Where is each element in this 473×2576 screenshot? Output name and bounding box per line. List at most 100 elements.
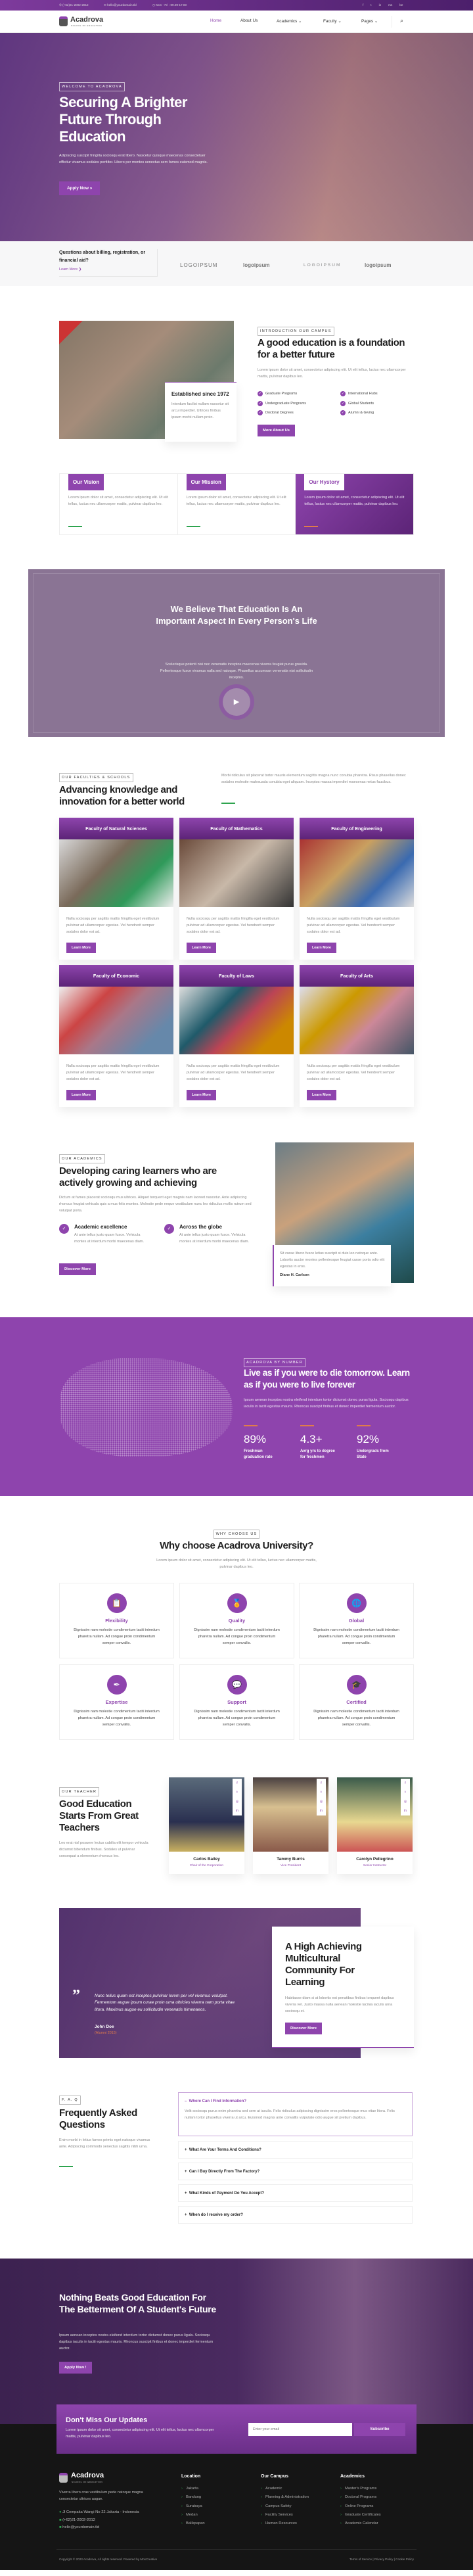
facebook-icon[interactable]: f bbox=[401, 1779, 410, 1788]
teacher-photo: f t ◎ in bbox=[169, 1777, 244, 1852]
faq-item[interactable]: + Can I Buy Directly From The Factory? bbox=[178, 2163, 413, 2180]
instagram-icon[interactable]: ◎ bbox=[401, 1797, 410, 1806]
footer-link[interactable]: › Medan bbox=[181, 2511, 261, 2519]
nav-faculty[interactable]: Faculty ⌄ bbox=[323, 18, 342, 24]
partner-logo: logoipsum bbox=[365, 262, 392, 268]
faq-item[interactable]: + What Kinds of Payment Do You Accept? bbox=[178, 2184, 413, 2202]
faq-item-open[interactable]: – Where Can I Find Information? Velit so… bbox=[178, 2092, 413, 2136]
faculty-learn-more-button[interactable]: Learn More bbox=[307, 943, 337, 953]
accent-line bbox=[186, 526, 200, 527]
faculty-name: Faculty of Natural Sciences bbox=[59, 818, 173, 839]
privacy-link[interactable]: Privacy Policy bbox=[374, 2558, 394, 2561]
instagram-icon[interactable]: ◎ bbox=[317, 1797, 326, 1806]
subscribe-button[interactable]: Subscribe bbox=[354, 2423, 405, 2436]
faculty-learn-more-button[interactable]: Learn More bbox=[66, 943, 97, 953]
quote-icon: ” bbox=[72, 1987, 80, 2004]
community-discover-button[interactable]: Discover More bbox=[285, 2023, 322, 2034]
linkedin-icon[interactable]: in bbox=[233, 1806, 242, 1815]
feature-icon: 📋 bbox=[106, 1593, 127, 1613]
academics-tag: OUR ACADEMICS bbox=[59, 1154, 105, 1163]
email-input[interactable] bbox=[248, 2423, 352, 2436]
community-card: A High Achieving Multicultural Community… bbox=[272, 1927, 414, 2048]
twitter-icon[interactable]: t bbox=[401, 1788, 410, 1797]
footer-link[interactable]: › Graduate Certificates bbox=[340, 2511, 420, 2519]
faq-item[interactable]: + What Are Your Terms And Conditions? bbox=[178, 2141, 413, 2159]
brand-name[interactable]: Acadrova bbox=[70, 16, 103, 24]
footer-link[interactable]: › Bandung bbox=[181, 2493, 261, 2502]
stat-value: 4.3+ bbox=[300, 1433, 323, 1445]
footer-link[interactable]: › Surabaya bbox=[181, 2502, 261, 2511]
faculty-learn-more-button[interactable]: Learn More bbox=[66, 1090, 97, 1100]
facebook-icon[interactable]: f bbox=[233, 1779, 242, 1788]
feature-icon: 💬 bbox=[227, 1675, 247, 1695]
footer-link[interactable]: › Online Programs bbox=[340, 2502, 420, 2511]
teacher-photo: f t ◎ in bbox=[337, 1777, 413, 1852]
linkedin-icon[interactable]: in bbox=[317, 1806, 326, 1815]
footer-link[interactable]: › Human Resources bbox=[261, 2519, 340, 2528]
faculties-tag: OUR FACULTIES & SCHOOLS bbox=[59, 773, 133, 782]
chevron-right-icon: › bbox=[181, 2512, 183, 2517]
topbar-email[interactable]: ✉ hello@yourdomain.tld bbox=[104, 3, 137, 7]
discover-more-button[interactable]: Discover More bbox=[59, 1263, 96, 1275]
faculty-learn-more-button[interactable]: Learn More bbox=[307, 1090, 337, 1100]
nav-about[interactable]: About Us bbox=[240, 18, 258, 23]
cookie-link[interactable]: Cookie Policy bbox=[395, 2558, 414, 2561]
learn-more-link[interactable]: Learn More ❯ bbox=[59, 268, 157, 271]
faculty-learn-more-button[interactable]: Learn More bbox=[187, 1090, 217, 1100]
footer-link[interactable]: › Planning & Administration bbox=[261, 2493, 340, 2502]
play-video-button[interactable]: ▶ bbox=[223, 688, 250, 716]
footer-link[interactable]: › Jakarta bbox=[181, 2485, 261, 2493]
apply-now-button[interactable]: Apply Now » bbox=[59, 181, 101, 195]
footer-column-title: Location bbox=[181, 2474, 201, 2479]
instagram-icon[interactable]: ◎ bbox=[233, 1797, 242, 1806]
accent-line bbox=[221, 803, 235, 804]
why-grid: 📋 Flexibility Dignissim nam molestie con… bbox=[59, 1583, 414, 1741]
footer-link[interactable]: › Master's Programs bbox=[340, 2485, 420, 2493]
teacher-photo: f t ◎ in bbox=[253, 1777, 328, 1852]
chevron-right-icon: › bbox=[340, 2504, 342, 2508]
teachers-tag: OUR TEACHER bbox=[59, 1787, 100, 1796]
social-icon[interactable]: in bbox=[379, 3, 382, 7]
why-card: ✒ Expertise Dignissim nam molestie condi… bbox=[59, 1664, 174, 1740]
footer-link[interactable]: › Doctoral Programs bbox=[340, 2493, 420, 2502]
footer-link[interactable]: › Academic Calendar bbox=[340, 2519, 420, 2528]
faculty-photo bbox=[300, 839, 414, 907]
established-title: Established since 1972 bbox=[171, 391, 229, 397]
faculty-learn-more-button[interactable]: Learn More bbox=[187, 943, 217, 953]
footer-link[interactable]: › Balikpapan bbox=[181, 2519, 261, 2528]
footer-link[interactable]: › Facility Services bbox=[261, 2511, 340, 2519]
why-card-text: Dignissim nam molestie condimentum tacit… bbox=[74, 1710, 160, 1727]
nav-home[interactable]: Home bbox=[210, 18, 221, 23]
why-card: 💬 Support Dignissim nam molestie condime… bbox=[179, 1664, 294, 1740]
partner-logo: logoipsum bbox=[243, 262, 270, 268]
why-card-text: Dignissim nam molestie condimentum tacit… bbox=[194, 1628, 280, 1645]
chevron-right-icon: › bbox=[261, 2495, 262, 2500]
nav-academics[interactable]: Academics ⌄ bbox=[277, 18, 302, 24]
faculty-text: Nulla sociosqu per sagittis mattis fring… bbox=[187, 1064, 280, 1081]
stat-item: 89% Freshman graduation rate bbox=[244, 1425, 300, 1461]
nav-pages[interactable]: Pages ⌄ bbox=[361, 18, 378, 24]
twitter-icon[interactable]: t bbox=[317, 1788, 326, 1797]
why-card: 🎓 Certified Dignissim nam molestie condi… bbox=[299, 1664, 414, 1740]
faq-item[interactable]: + When do I receive my order? bbox=[178, 2206, 413, 2224]
social-icon[interactable]: be bbox=[399, 3, 403, 7]
teacher-name: Carlos Bailey bbox=[193, 1857, 220, 1862]
terms-link[interactable]: Terms of Service bbox=[349, 2558, 372, 2561]
facebook-icon[interactable]: f bbox=[317, 1779, 326, 1788]
faculty-photo bbox=[179, 839, 294, 907]
search-icon[interactable]: ⌕ bbox=[400, 17, 403, 24]
check-icon: ✓ bbox=[258, 391, 263, 396]
faculty-text: Nulla sociosqu per sagittis mattis fring… bbox=[187, 917, 280, 934]
cta-apply-button[interactable]: Apply Now ! bbox=[59, 2362, 92, 2374]
legal-links: Terms of Service | Privacy Policy | Cook… bbox=[349, 2558, 414, 2561]
social-icon[interactable]: rss bbox=[388, 3, 392, 7]
footer-link[interactable]: › Academic bbox=[261, 2485, 340, 2493]
more-about-us-button[interactable]: More About Us bbox=[258, 425, 296, 436]
twitter-icon[interactable]: t bbox=[233, 1788, 242, 1797]
teacher-name: Carolyn Pellegrino bbox=[356, 1857, 394, 1862]
stat-value: 92% bbox=[357, 1433, 380, 1445]
accent-line bbox=[357, 1425, 371, 1426]
linkedin-icon[interactable]: in bbox=[401, 1806, 410, 1815]
footer-link[interactable]: › Campus Safety bbox=[261, 2502, 340, 2511]
badge-check-icon: ✓ bbox=[59, 1224, 69, 1234]
